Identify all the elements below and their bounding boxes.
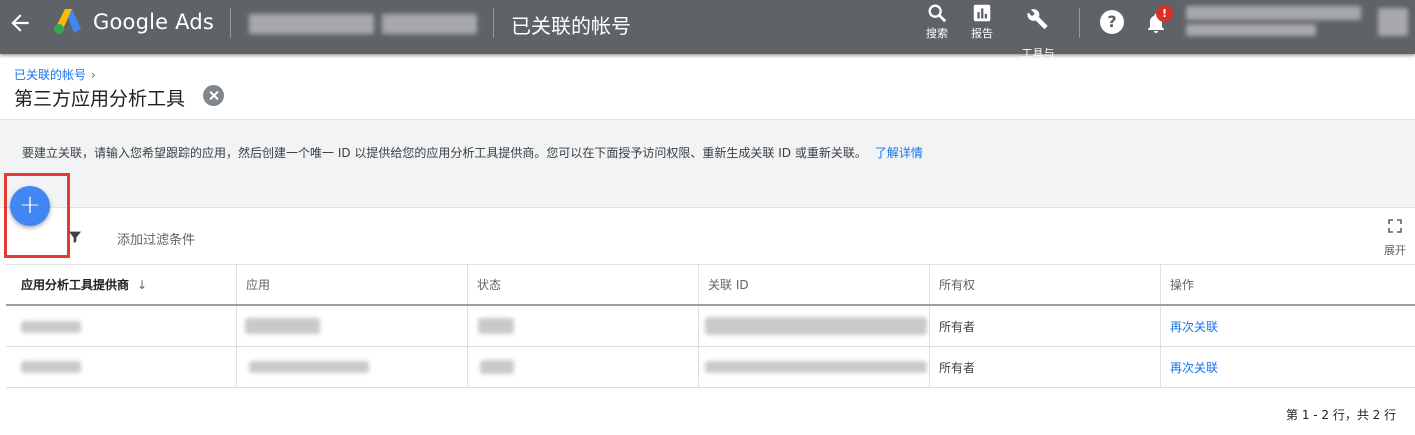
info-banner: 要建立关联，请输入您希望跟踪的应用，然后创建一个唯一 ID 以提供给您的应用分析… [0, 119, 1415, 208]
wrench-icon [1027, 9, 1048, 29]
brand-name: Google Ads [93, 10, 214, 34]
reports-button[interactable]: 报告 [967, 2, 997, 41]
account-name-redacted [249, 14, 374, 34]
tools-settings-button[interactable]: 工具与 设置 [1016, 0, 1060, 75]
provider-cell [6, 347, 236, 387]
provider-cell [6, 306, 236, 346]
redacted-value [245, 318, 320, 334]
avatar[interactable] [1378, 8, 1408, 36]
status-cell [467, 347, 698, 387]
column-header-ownership[interactable]: 所有权 [929, 265, 1160, 304]
sort-arrow-icon[interactable]: ↓ [137, 278, 147, 292]
breadcrumb-link[interactable]: 已关联的帐号 [14, 68, 86, 82]
learn-more-link[interactable]: 了解详情 [875, 146, 923, 160]
redacted-value [705, 361, 927, 373]
account-id-redacted [382, 14, 477, 34]
relink-action-cell: 再次关联 [1160, 306, 1415, 346]
column-header-status[interactable]: 状态 [467, 265, 698, 304]
divider [493, 8, 494, 38]
divider [1079, 8, 1080, 38]
search-button[interactable]: 搜索 [922, 2, 952, 41]
relink-link[interactable]: 再次关联 [1170, 359, 1218, 376]
app-cell [236, 306, 467, 346]
ownership-cell: 所有者 [929, 306, 1160, 346]
reports-label: 报告 [971, 27, 993, 40]
expand-label[interactable]: 展开 [1384, 242, 1406, 258]
header-page-title: 已关联的帐号 [511, 14, 631, 38]
search-label: 搜索 [926, 27, 948, 40]
chevron-right-icon: › [91, 68, 96, 82]
relink-action-cell: 再次关联 [1160, 347, 1415, 387]
relink-link[interactable]: 再次关联 [1170, 318, 1218, 335]
ownership-cell: 所有者 [929, 347, 1160, 387]
column-header-app[interactable]: 应用 [236, 265, 467, 304]
link-id-cell [698, 347, 929, 387]
filter-icon[interactable] [67, 229, 83, 245]
customer-id-redacted [1186, 24, 1316, 36]
redacted-value [21, 361, 81, 373]
table-row: 所有者 再次关联 [6, 306, 1415, 347]
table-header-row: 应用分析工具提供商 ↓ 应用 状态 关联 ID 所有权 操作 [6, 264, 1415, 306]
notification-badge: ! [1156, 5, 1173, 22]
redacted-value [480, 360, 514, 374]
linked-apps-table: 应用分析工具提供商 ↓ 应用 状态 关联 ID 所有权 操作 所有者 再次关联 [6, 264, 1415, 388]
help-icon[interactable]: ? [1100, 10, 1124, 34]
page-title: 第三方应用分析工具 [14, 88, 186, 110]
search-icon [928, 4, 947, 23]
breadcrumb[interactable]: 已关联的帐号 › [14, 66, 96, 83]
highlight-box [4, 173, 70, 258]
redacted-value [249, 361, 369, 373]
status-cell [467, 306, 698, 346]
pagination-summary: 第 1 - 2 行，共 2 行 [1286, 408, 1397, 422]
column-header-link-id[interactable]: 关联 ID [698, 265, 929, 304]
column-header-actions: 操作 [1160, 265, 1415, 304]
link-id-cell [698, 306, 929, 346]
user-email-redacted [1186, 6, 1361, 20]
column-header-label: 应用分析工具提供商 [21, 278, 130, 292]
redacted-value [478, 318, 514, 334]
top-app-bar: Google Ads 已关联的帐号 搜索 报告 工具与 设置 ? ! [0, 0, 1415, 74]
close-icon[interactable] [203, 85, 224, 106]
redacted-value [705, 317, 927, 335]
expand-icon[interactable] [1388, 219, 1402, 233]
table-row: 所有者 再次关联 [6, 347, 1415, 388]
add-filter-button[interactable]: 添加过滤条件 [117, 229, 195, 248]
divider [230, 8, 231, 38]
google-ads-logo-icon [54, 9, 81, 34]
back-arrow-icon[interactable] [7, 10, 33, 36]
redacted-value [21, 321, 81, 333]
info-text: 要建立关联，请输入您希望跟踪的应用，然后创建一个唯一 ID 以提供给您的应用分析… [22, 146, 867, 160]
tools-settings-label: 工具与 设置 [1021, 47, 1055, 74]
column-header-provider[interactable]: 应用分析工具提供商 ↓ [6, 265, 236, 304]
reports-icon [973, 4, 991, 22]
app-cell [236, 347, 467, 387]
